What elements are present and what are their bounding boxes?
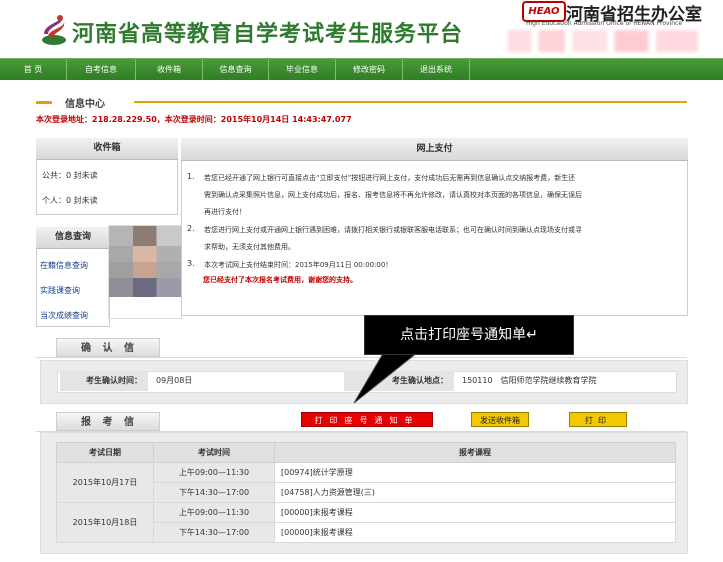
info-center-title: 信息中心 xyxy=(65,99,105,110)
table-row: 2015年10月17日 上午09:00—11:30 [00974]统计学原理 xyxy=(56,462,676,503)
payment-item-2-line-1: 若您进行网上支付或开通网上银行遇到困难，请拨打相关银行或银联客服电话联系；也可在… xyxy=(204,226,582,234)
heao-logo: HEAO xyxy=(522,1,566,22)
payment-item-1-line-1: 若您已经开通了网上银行可直接点击“立即支付”按钮进行网上支付，支付成功后无需再到… xyxy=(204,174,576,182)
nav-exam-info[interactable]: 自考信息 xyxy=(67,59,136,80)
payment-item-1-line-3: 再进行支付！ xyxy=(204,208,246,216)
confirm-time-value: 09月08日 xyxy=(156,376,193,385)
main-nav: 首 页 自考信息 收件箱 信息查询 毕业信息 修改密码 退出系统 xyxy=(0,58,723,80)
payment-item-3-line-1: 本次考试网上支付结束时间：2015年09月11日 00:00:00！ xyxy=(204,261,393,269)
title-accent-bar xyxy=(36,101,52,104)
exam-time-cell: 上午09:00—11:30 xyxy=(153,462,275,483)
registration-section-title: 报 考 信 息 xyxy=(56,412,160,447)
confirm-time-label: 考生确认时间： xyxy=(60,371,148,391)
exam-logo-icon xyxy=(42,15,66,45)
nav-graduation[interactable]: 毕业信息 xyxy=(269,59,336,80)
course-cell: [00974]统计学原理 xyxy=(274,462,676,483)
site-title: 河南省高等教育自学考试考生服务平台 xyxy=(72,22,464,47)
table-row: 2015年10月18日 上午09:00—11:30 [00000]未报考课程 xyxy=(56,502,676,543)
inbox-title: 收件箱 xyxy=(36,138,178,160)
confirm-place-value: 150110 信阳师范学院继续教育学院 xyxy=(462,376,597,385)
nav-home[interactable]: 首 页 xyxy=(0,59,67,80)
inbox-personal-count[interactable]: 个人：0 封未读 xyxy=(42,195,98,206)
nav-change-password[interactable]: 修改密码 xyxy=(336,59,403,80)
course-cell: [00000]未报考课程 xyxy=(274,502,676,523)
exam-time-cell: 上午09:00—11:30 xyxy=(153,502,275,523)
blurred-banner xyxy=(508,30,698,52)
login-info: 本次登录地址：218.28.229.50，本次登录时间：2015年10月14日 … xyxy=(36,115,352,124)
col-course: 报考课程 xyxy=(274,442,676,463)
query-score-link[interactable]: 当次成绩查询 xyxy=(40,310,88,321)
info-query-title: 信息查询 xyxy=(36,227,110,249)
course-cell: [04758]人力资源管理(三) xyxy=(274,482,676,503)
exam-time-cell: 下午14:30—17:00 xyxy=(153,522,275,543)
course-cell: [00000]未报考课程 xyxy=(274,522,676,543)
query-practice-link[interactable]: 实践课查询 xyxy=(40,285,80,296)
query-enrollment-link[interactable]: 在籍信息查询 xyxy=(40,260,88,271)
send-to-inbox-button[interactable]: 发送收件箱 xyxy=(471,412,529,427)
title-accent-rule xyxy=(134,101,687,103)
exam-date-cell: 2015年10月17日 xyxy=(56,462,154,503)
print-button[interactable]: 打印 xyxy=(569,412,627,427)
confirm-section-title: 确 认 信 息 xyxy=(56,338,160,373)
candidate-photo xyxy=(108,225,182,319)
callout-arrow xyxy=(353,351,420,404)
payment-item-2-line-2: 求帮助，无须支付其他费用。 xyxy=(204,243,295,251)
exam-schedule-table: 考试日期 考试时间 报考课程 2015年10月17日 上午09:00—11:30… xyxy=(56,442,676,543)
nav-logout[interactable]: 退出系统 xyxy=(403,59,470,80)
print-hint-callout: 点击打印座号通知单↵ xyxy=(364,315,574,355)
nav-inbox[interactable]: 收件箱 xyxy=(136,59,203,80)
payment-item-1-line-2: 需到确认点采集照片信息，网上支付成功后，报名、报考信息将不再允许修改，请认真校对… xyxy=(204,191,582,199)
payment-item-3-number: 3. xyxy=(187,259,195,268)
nav-info-query[interactable]: 信息查询 xyxy=(203,59,269,80)
exam-time-cell: 下午14:30—17:00 xyxy=(153,482,275,503)
inbox-public-count[interactable]: 公共：0 封未读 xyxy=(42,170,98,181)
payment-item-2-number: 2. xyxy=(187,224,195,233)
payment-title: 网上支付 xyxy=(181,138,688,161)
payment-item-1-number: 1. xyxy=(187,172,195,181)
print-seat-notice-button[interactable]: 打印座号通知单 xyxy=(301,412,433,427)
payment-success-message: 您已经支付了本次报名考试费用，谢谢您的支持。 xyxy=(203,276,357,284)
col-exam-date: 考试日期 xyxy=(56,442,154,463)
brand-subtitle: High Education Admission Office of HENAN… xyxy=(526,20,683,27)
exam-date-cell: 2015年10月18日 xyxy=(56,502,154,543)
col-exam-time: 考试时间 xyxy=(153,442,275,463)
